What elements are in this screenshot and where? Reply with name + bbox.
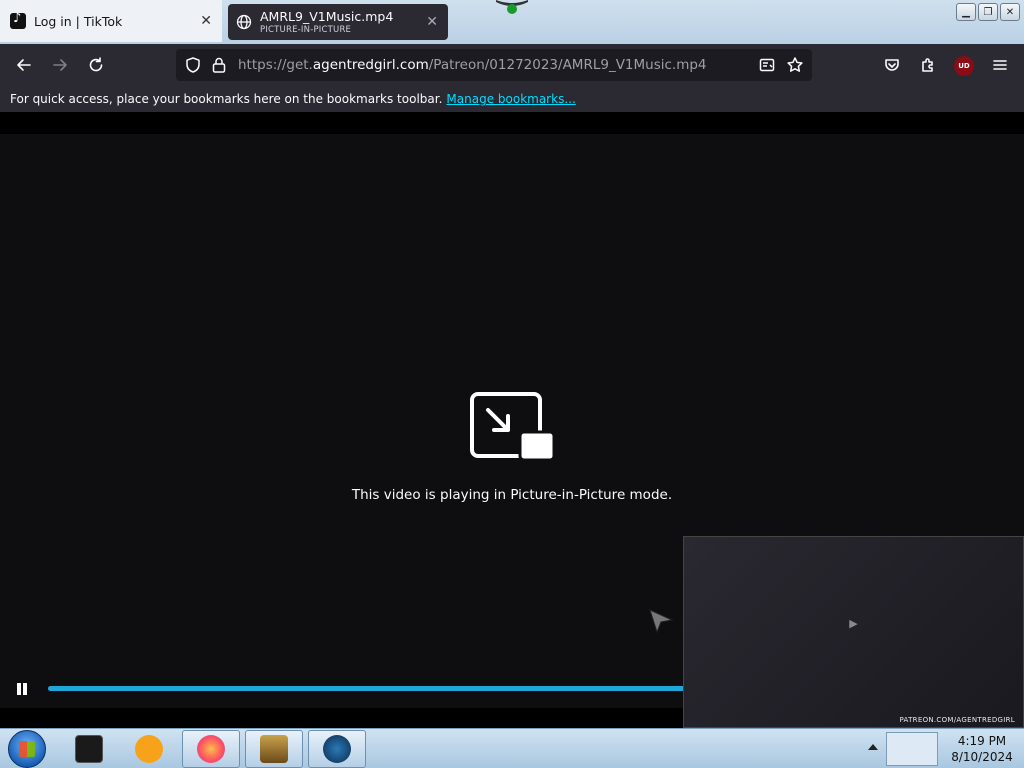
- close-icon[interactable]: ✕: [426, 15, 438, 29]
- taskbar-item-steam[interactable]: [308, 730, 366, 768]
- reload-icon: [89, 57, 103, 72]
- nav-bar: https://get.agentredgirl.com/Patreon/012…: [0, 44, 1024, 86]
- pause-button[interactable]: [14, 683, 30, 697]
- arrow-right-icon: [53, 59, 67, 71]
- forward-button[interactable]: [48, 53, 72, 77]
- folder-icon: [75, 735, 103, 763]
- taskbar-item-app[interactable]: [245, 730, 303, 768]
- steam-icon: [323, 735, 351, 763]
- tiktok-icon: [10, 11, 26, 29]
- clock-date: 8/10/2024: [951, 750, 1013, 764]
- system-tray: 4:19 PM 8/10/2024: [864, 729, 1024, 768]
- bookmark-star-icon[interactable]: [786, 56, 804, 74]
- url-text[interactable]: https://get.agentredgirl.com/Patreon/012…: [238, 57, 707, 73]
- cursor-icon: [649, 609, 674, 634]
- taskbar-item-explorer[interactable]: [60, 730, 118, 768]
- extensions-button[interactable]: [916, 53, 940, 77]
- firefox-icon: [197, 735, 225, 763]
- ublock-icon[interactable]: UD: [954, 56, 974, 76]
- reload-button[interactable]: [84, 53, 108, 77]
- bookmarks-message: For quick access, place your bookmarks h…: [10, 92, 443, 106]
- decoration-icon: [496, 0, 528, 14]
- lock-icon[interactable]: [210, 56, 228, 74]
- bookmarks-toolbar: For quick access, place your bookmarks h…: [0, 86, 1024, 112]
- taskbar-item-firefox[interactable]: [182, 730, 240, 768]
- menu-button[interactable]: [988, 53, 1012, 77]
- close-icon[interactable]: ✕: [200, 14, 212, 28]
- tab-tiktok[interactable]: Log in | TikTok ✕: [0, 0, 222, 42]
- tab-subtitle: PICTURE-IN-PICTURE: [260, 25, 352, 35]
- clock[interactable]: 4:19 PM 8/10/2024: [944, 733, 1020, 765]
- tab-title: Log in | TikTok: [34, 13, 123, 29]
- close-window-button[interactable]: ✕: [1000, 3, 1020, 21]
- url-bar[interactable]: https://get.agentredgirl.com/Patreon/012…: [176, 49, 812, 81]
- media-player-icon: [135, 735, 163, 763]
- taskbar-item-media[interactable]: [120, 730, 178, 768]
- shield-icon[interactable]: [184, 56, 202, 74]
- hamburger-icon: [993, 60, 1007, 70]
- show-hidden-icons[interactable]: [868, 744, 878, 750]
- globe-icon: [236, 14, 252, 30]
- puzzle-icon: [922, 58, 933, 72]
- progress-fill: [48, 686, 687, 691]
- pocket-button[interactable]: [880, 53, 904, 77]
- start-button[interactable]: [8, 730, 46, 768]
- reader-view-icon[interactable]: [758, 56, 776, 74]
- app-icon: [260, 735, 288, 763]
- arrow-left-icon: [17, 59, 31, 71]
- pip-watermark: PATREON.COM/AGENTREDGIRL: [899, 716, 1015, 724]
- manage-bookmarks-link[interactable]: Manage bookmarks...: [446, 92, 575, 106]
- back-button[interactable]: [12, 53, 36, 77]
- pip-placeholder: ▶: [849, 617, 858, 630]
- tab-strip: Log in | TikTok ✕ AMRL9_V1Music.mp4 PICT…: [0, 0, 1024, 44]
- picture-in-picture-icon: [470, 392, 556, 462]
- taskbar: 4:19 PM 8/10/2024: [0, 728, 1024, 768]
- restore-button[interactable]: ❐: [978, 3, 998, 21]
- pocket-icon: [885, 59, 899, 71]
- clock-time: 4:19 PM: [957, 734, 1007, 748]
- tab-video[interactable]: AMRL9_V1Music.mp4 PICTURE-IN-PICTURE ✕: [228, 4, 448, 40]
- pip-message: This video is playing in Picture-in-Pict…: [351, 487, 673, 503]
- window-controls: ▁ ❐ ✕: [956, 3, 1020, 21]
- tab-title: AMRL9_V1Music.mp4: [260, 9, 394, 24]
- minimize-button[interactable]: ▁: [956, 3, 976, 21]
- tray-icons[interactable]: [886, 732, 938, 766]
- pip-window[interactable]: ▶ PATREON.COM/AGENTREDGIRL: [683, 536, 1024, 728]
